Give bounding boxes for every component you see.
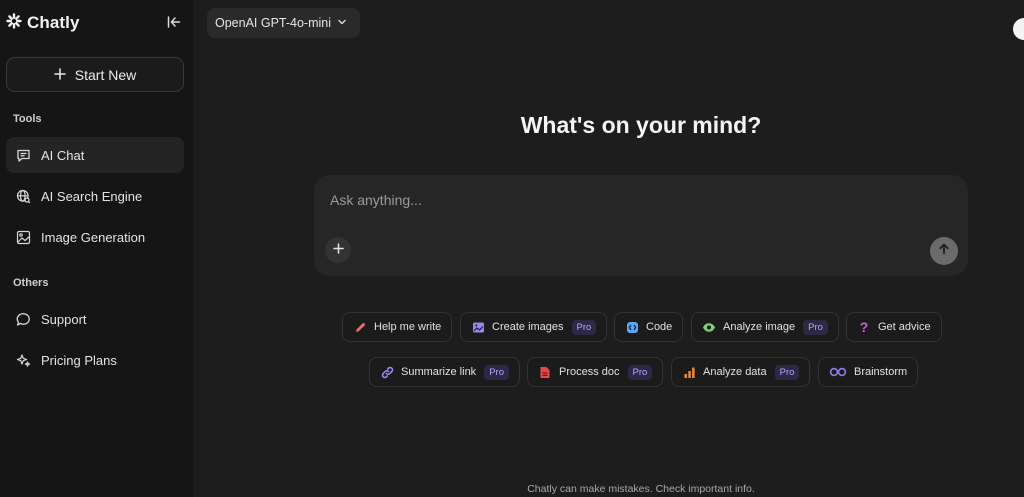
eye-icon <box>702 320 716 334</box>
document-icon <box>538 365 552 379</box>
pro-badge: Pro <box>484 364 509 380</box>
suggestion-label: Help me write <box>374 321 442 333</box>
tools-section-label: Tools <box>13 113 42 125</box>
sidebar-item-ai-chat[interactable]: AI Chat <box>6 137 184 173</box>
question-icon: ? <box>859 319 869 335</box>
image-icon <box>15 229 31 245</box>
sidebar-item-ai-search-engine[interactable]: AI Search Engine <box>6 178 184 214</box>
model-selector[interactable]: OpenAI GPT-4o-mini <box>207 8 360 38</box>
infinity-icon <box>829 365 847 379</box>
composer <box>314 175 968 276</box>
suggestion-label: Analyze data <box>703 366 767 378</box>
sidebar-item-label: Image Generation <box>41 229 146 245</box>
sidebar-item-pricing-plans[interactable]: Pricing Plans <box>6 342 184 378</box>
user-avatar[interactable] <box>1013 18 1024 40</box>
suggestion-get-advice[interactable]: ? Get advice <box>846 312 942 342</box>
suggestion-process-doc[interactable]: Process doc Pro <box>527 357 664 387</box>
sidebar-item-label: AI Search Engine <box>41 188 143 204</box>
plus-icon <box>54 67 66 83</box>
sidebar-item-label: AI Chat <box>41 147 85 163</box>
chat-bubble-icon <box>15 147 31 163</box>
attach-button[interactable] <box>325 237 351 263</box>
chatly-logo-icon <box>6 12 22 34</box>
code-icon <box>625 320 639 334</box>
globe-search-icon <box>15 188 31 204</box>
chevron-down-icon <box>337 16 347 30</box>
suggestion-help-me-write[interactable]: Help me write <box>342 312 453 342</box>
suggestion-label: Get advice <box>878 321 931 333</box>
suggestion-brainstorm[interactable]: Brainstorm <box>818 357 919 387</box>
suggestion-summarize-link[interactable]: Summarize link Pro <box>369 357 520 387</box>
sidebar-item-label: Support <box>41 311 87 327</box>
suggestion-label: Summarize link <box>401 366 477 378</box>
pro-badge: Pro <box>571 319 597 335</box>
pro-badge: Pro <box>803 319 828 335</box>
suggestion-create-images[interactable]: Create images Pro <box>460 312 608 342</box>
sidebar-item-label: Pricing Plans <box>41 352 117 368</box>
message-input[interactable] <box>330 189 940 211</box>
suggestion-analyze-data[interactable]: Analyze data Pro <box>671 357 811 387</box>
brand-name: Chatly <box>27 13 80 32</box>
link-icon <box>380 365 394 379</box>
disclaimer-text: Chatly can make mistakes. Check importan… <box>527 483 755 495</box>
suggestion-label: Process doc <box>559 366 620 378</box>
plus-icon <box>332 241 344 259</box>
arrow-up-icon <box>938 242 950 260</box>
picture-icon <box>471 320 485 334</box>
speech-bubble-icon <box>15 311 31 327</box>
sidebar: Chatly Start New Tools AI Chat AI Search… <box>0 0 193 497</box>
bar-chart-icon <box>682 365 696 379</box>
suggestion-analyze-image[interactable]: Analyze image Pro <box>691 312 839 342</box>
start-new-button[interactable]: Start New <box>6 57 184 92</box>
sidebar-item-support[interactable]: Support <box>6 301 184 337</box>
suggestion-code[interactable]: Code <box>614 312 684 342</box>
others-section-label: Others <box>13 277 49 289</box>
collapse-left-icon <box>167 15 181 34</box>
sidebar-item-image-generation[interactable]: Image Generation <box>6 219 184 255</box>
collapse-sidebar-button[interactable] <box>163 13 185 35</box>
send-button[interactable] <box>930 237 958 265</box>
page-title: What's on your mind? <box>520 112 762 138</box>
pro-badge: Pro <box>774 364 800 380</box>
suggestion-label: Create images <box>492 321 564 333</box>
pencil-icon <box>353 320 367 334</box>
model-name: OpenAI GPT-4o-mini <box>215 16 332 30</box>
suggestion-label: Brainstorm <box>854 366 908 378</box>
pro-badge: Pro <box>627 364 653 380</box>
suggestion-label: Analyze image <box>723 321 796 333</box>
suggestion-label: Code <box>646 321 673 333</box>
start-new-label: Start New <box>74 66 137 83</box>
sparkles-icon <box>15 352 31 368</box>
brand[interactable]: Chatly <box>6 12 80 34</box>
